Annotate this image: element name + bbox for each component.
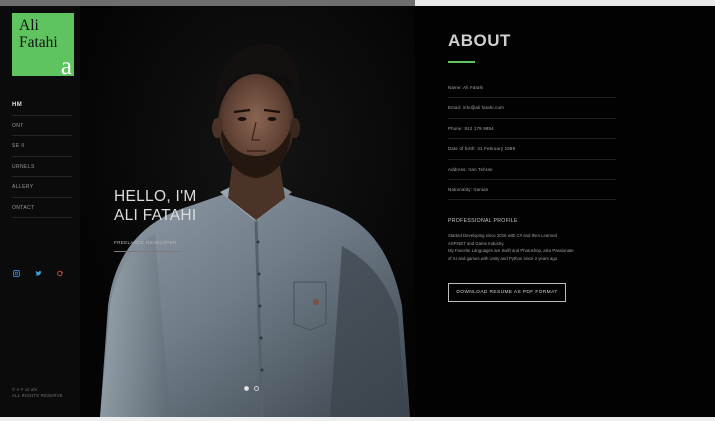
personal-info-list: Name: Ali Fatahi Email: info@ali fatahi.… (448, 78, 616, 201)
main-nav: HM ONT SE II URNELS ALLERY ONTACT (12, 95, 72, 218)
info-name: Name: Ali Fatahi (448, 78, 616, 99)
profile-line-4: of IU and games with Unity and Python si… (448, 256, 559, 262)
nav-item-home[interactable]: HM (12, 95, 72, 116)
instagram-icon[interactable] (13, 270, 20, 277)
twitter-icon[interactable] (35, 270, 42, 277)
info-nationality: Nationality: Iranian (448, 180, 616, 201)
nav-item-journals[interactable]: URNELS (12, 157, 72, 177)
copyright: © A F at ahi ALL RIGHTS RESERVE (12, 387, 63, 399)
nav-item-gallery[interactable]: ALLERY (12, 177, 72, 198)
download-resume-button[interactable]: DOWNLOAD RESUME AS PDF FORMAT (448, 283, 566, 302)
info-email: Email: info@ali fatahi.com (448, 98, 616, 119)
slider-dots (244, 386, 259, 391)
about-section: ABOUT Name: Ali Fatahi Email: info@ali f… (415, 6, 715, 417)
page: Ali Fatahi a HM ONT SE II URNELS ALLERY … (0, 6, 715, 417)
hero-name: ALI FATAHI (114, 207, 197, 224)
slider-dot-1[interactable] (244, 386, 249, 391)
profile-line-2: ASP.NET and Game Industry. (448, 240, 505, 246)
nav-item-resume[interactable]: SE II (12, 136, 72, 157)
hero-role: FREELANCE DEVELOPER (114, 240, 182, 252)
window-bottom-border (0, 417, 715, 421)
logo-first-name: Ali (19, 17, 39, 34)
info-phone: Phone: 912 179 9854 (448, 119, 616, 140)
profile-line-1: Started Developing since 2016 with C# an… (448, 233, 557, 238)
logo-last-name: Fatahi (19, 34, 58, 51)
logo-mark: a (60, 53, 72, 80)
hero-slider: HELLO, I'M ALI FATAHI FREELANCE DEVELOPE… (80, 6, 415, 417)
copyright-line-2: ALL RIGHTS RESERVE (12, 393, 63, 398)
sidebar: Ali Fatahi a HM ONT SE II URNELS ALLERY … (0, 6, 80, 417)
nav-item-about[interactable]: ONT (12, 116, 72, 136)
professional-profile-title: PROFESSIONAL PROFILE (448, 218, 518, 224)
info-address: Address: Iran Tehran (448, 160, 616, 180)
profile-line-3: My Favorite Languages are Swift and Phot… (448, 248, 574, 254)
about-title: ABOUT (448, 31, 511, 50)
nav-item-contact[interactable]: ONTACT (12, 198, 72, 218)
logo[interactable]: Ali Fatahi a (12, 13, 74, 80)
hero-greeting: HELLO, I'M ALI FATAHI (114, 187, 197, 225)
info-date-of-birth: Date of birth: 31 February 1999 (448, 139, 616, 160)
social-links (13, 270, 64, 277)
professional-profile-text: Started Developing since 2016 with C# an… (448, 232, 620, 263)
logo-text: Ali Fatahi (19, 17, 58, 51)
about-title-underline (448, 61, 475, 63)
hero-greeting-line-1: HELLO, I'M (114, 188, 197, 205)
google-plus-icon[interactable] (57, 270, 64, 277)
slider-dot-2[interactable] (254, 386, 259, 391)
